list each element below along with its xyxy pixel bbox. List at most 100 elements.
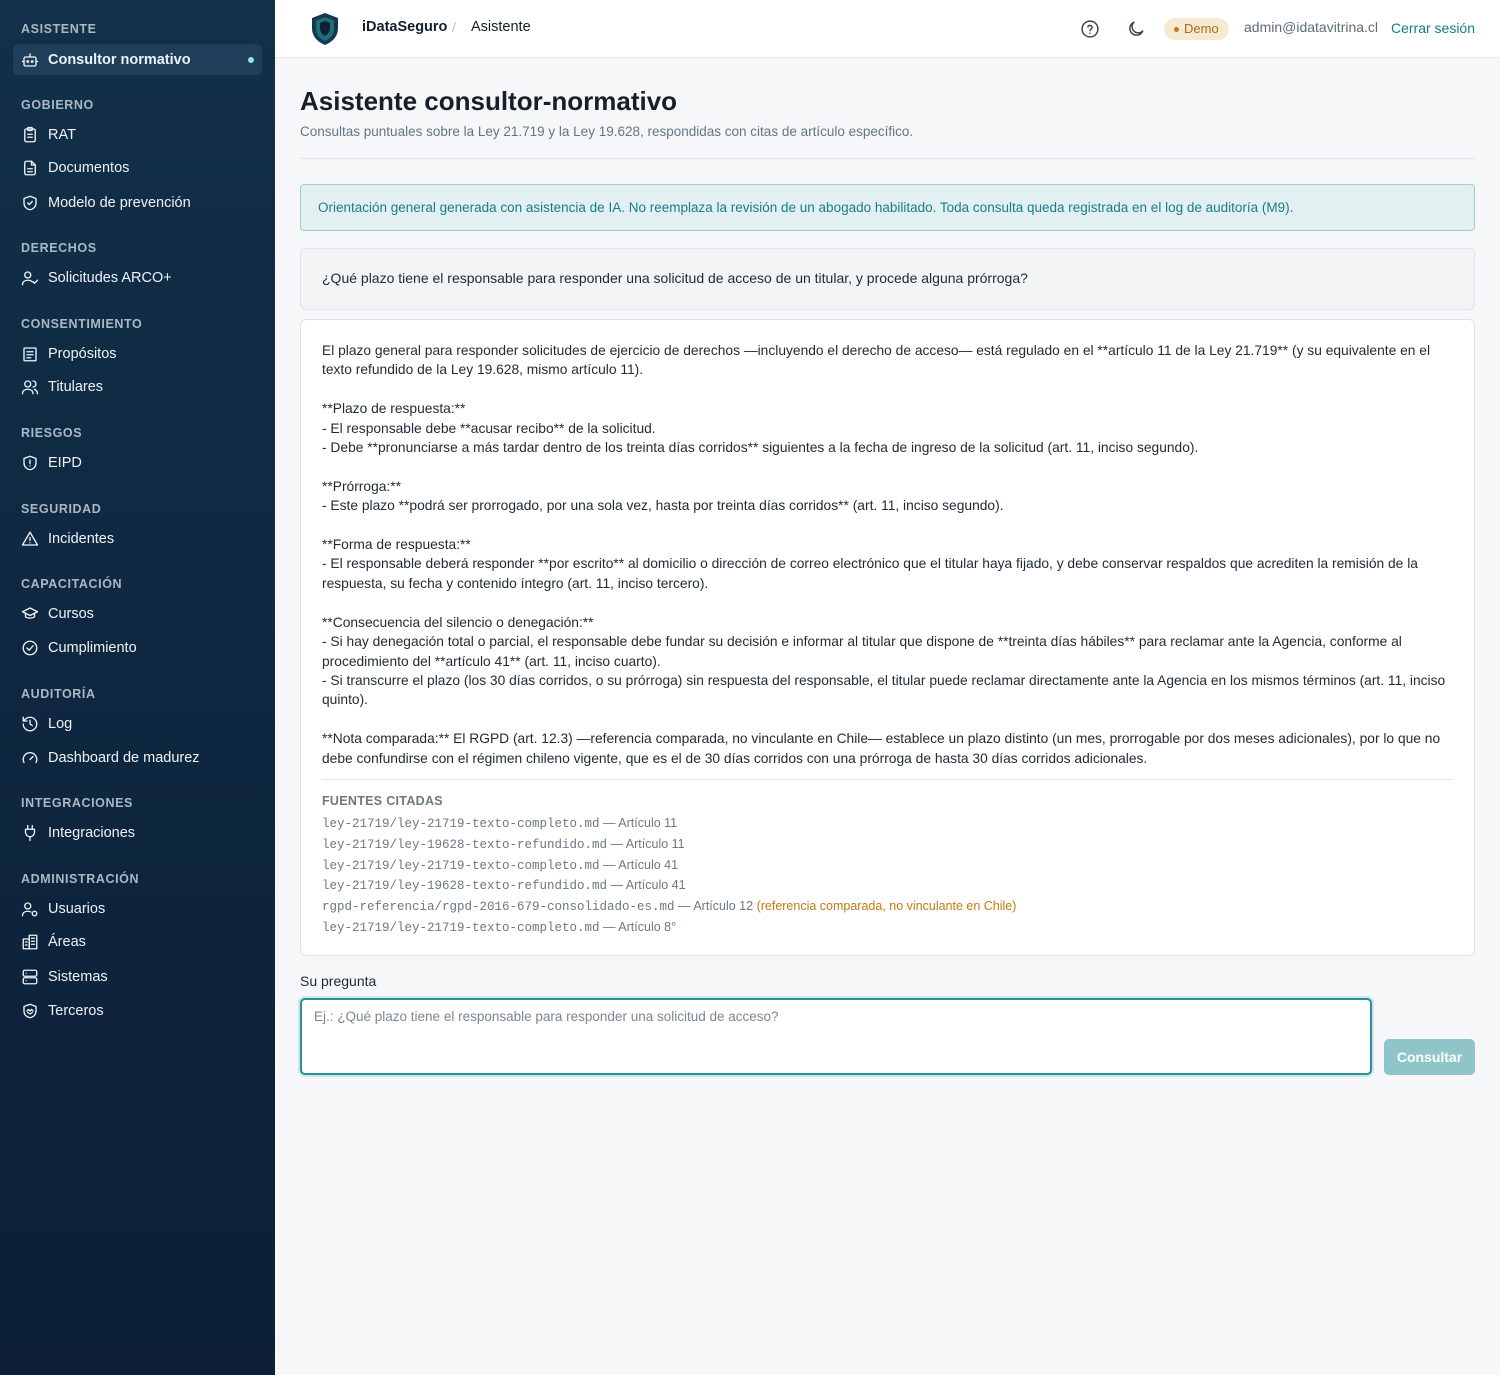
warning-icon (21, 531, 39, 546)
sidebar-item-label: Propósitos (48, 345, 117, 362)
sidebar-item-solicitudes-arco[interactable]: Solicitudes ARCO+ (13, 262, 262, 293)
sidebar-item-label: Documentos (48, 159, 130, 176)
section-title-seguridad: SEGURIDAD (21, 502, 102, 516)
sources-divider (322, 779, 1453, 780)
breadcrumb: Asistente (471, 19, 531, 35)
sidebar-item-terceros[interactable]: Terceros (13, 995, 262, 1026)
section-title-gobierno: GOBIERNO (21, 98, 94, 112)
section-title-integraciones: INTEGRACIONES (21, 796, 133, 810)
sidebar-item-usuarios[interactable]: Usuarios (13, 893, 262, 924)
source-file: ley-21719/ley-19628-texto-refundido.md (322, 879, 608, 894)
graduation-cap-icon (21, 606, 39, 619)
source-item: ley-21719/ley-21719-texto-completo.md — … (322, 917, 1016, 938)
check-circle-icon (22, 640, 38, 655)
brand-name[interactable]: iDataSeguro (362, 19, 447, 35)
source-item: ley-21719/ley-21719-texto-completo.md — … (322, 813, 1016, 834)
assistant-answer-card: El plazo general para responder solicitu… (300, 319, 1475, 956)
shield-alert-icon (23, 455, 37, 470)
handshake-icon (23, 1003, 37, 1018)
sidebar-item-incidentes[interactable]: Incidentes (13, 523, 262, 554)
user-gear-icon (21, 901, 38, 916)
consultar-button[interactable]: Consultar (1384, 1039, 1475, 1075)
source-file: rgpd-referencia/rgpd-2016-679-consolidad… (322, 900, 675, 915)
user-check-icon (21, 270, 39, 285)
section-title-administracion: ADMINISTRACIÓN (21, 872, 140, 886)
sidebar-item-integraciones[interactable]: Integraciones (13, 817, 262, 848)
sidebar-item-titulares[interactable]: Titulares (13, 371, 262, 402)
sidebar-item-label: Sistemas (48, 968, 108, 985)
sidebar-item-areas[interactable]: Áreas (13, 926, 262, 957)
source-file: ley-21719/ley-21719-texto-completo.md (322, 858, 600, 873)
server-icon (22, 969, 38, 984)
sidebar-item-cursos[interactable]: Cursos (13, 598, 262, 629)
plug-icon (24, 824, 36, 841)
building-icon (22, 934, 38, 949)
sidebar-item-label: Titulares (48, 378, 104, 395)
page-subtitle: Consultas puntuales sobre la Ley 21.719 … (300, 124, 914, 139)
list-icon (23, 346, 37, 361)
sidebar-item-rat[interactable]: RAT (13, 119, 262, 150)
sidebar-item-label: Áreas (48, 933, 86, 950)
source-file: ley-21719/ley-19628-texto-refundido.md (322, 837, 608, 852)
sidebar-item-dashboard-madurez[interactable]: Dashboard de madurez (13, 742, 262, 773)
source-article: — Artículo 41 (599, 857, 679, 872)
breadcrumb-separator: / (452, 19, 456, 35)
demo-badge: Demo (1164, 18, 1229, 40)
sidebar-item-label: Integraciones (48, 824, 136, 841)
source-item: ley-21719/ley-19628-texto-refundido.md —… (322, 834, 1016, 855)
sidebar-item-label: Terceros (48, 1002, 104, 1019)
sidebar-item-sistemas[interactable]: Sistemas (13, 961, 262, 992)
sidebar-item-log[interactable]: Log (13, 708, 262, 739)
gauge-icon (22, 751, 38, 763)
question-input-label: Su pregunta (300, 973, 377, 989)
sidebar-item-label: Cumplimiento (48, 639, 137, 656)
source-article: — Artículo 8° (599, 919, 677, 934)
sidebar: ASISTENTE Consultor normativo GOBIERNO R… (0, 0, 275, 1375)
sidebar-item-label: Modelo de prevención (48, 194, 191, 211)
section-title-capacitacion: CAPACITACIÓN (21, 577, 123, 591)
ai-disclaimer-notice: Orientación general generada con asisten… (300, 184, 1475, 231)
section-title-auditoria: AUDITORÍA (21, 687, 96, 701)
answer-text: El plazo general para responder solicitu… (322, 343, 1446, 766)
question-input[interactable] (300, 998, 1372, 1075)
sidebar-item-documentos[interactable]: Documentos (13, 152, 262, 183)
source-article: — Artículo 11 (599, 816, 678, 830)
shield-check-icon (23, 195, 37, 210)
source-article: — Artículo 41 (607, 878, 686, 893)
history-icon (22, 716, 38, 731)
sidebar-item-cumplimiento[interactable]: Cumplimiento (13, 632, 262, 663)
sidebar-item-consultor-normativo[interactable]: Consultor normativo (13, 44, 262, 75)
section-title-asistente: ASISTENTE (21, 22, 97, 36)
source-item: ley-21719/ley-19628-texto-refundido.md —… (322, 875, 1016, 896)
active-indicator-dot (248, 57, 254, 63)
source-article: — Artículo 11 (607, 836, 685, 851)
users-icon (21, 379, 39, 394)
sources-list: ley-21719/ley-21719-texto-completo.md — … (322, 813, 1016, 938)
sidebar-item-label: RAT (48, 126, 76, 143)
sidebar-item-label: Solicitudes ARCO+ (48, 269, 172, 286)
sidebar-item-label: Cursos (48, 605, 94, 622)
help-icon[interactable] (1080, 19, 1100, 39)
source-item: ley-21719/ley-21719-texto-completo.md — … (322, 855, 1016, 876)
sidebar-item-label: Usuarios (48, 900, 106, 917)
section-title-derechos: DERECHOS (21, 241, 97, 255)
sidebar-item-label: Log (48, 715, 73, 732)
source-article: — Artículo 12 (674, 899, 754, 914)
robot-icon (21, 52, 39, 67)
page-title: Asistente consultor-normativo (300, 86, 678, 116)
source-file: ley-21719/ley-21719-texto-completo.md (322, 920, 600, 935)
sidebar-item-label: EIPD (48, 454, 82, 471)
sidebar-item-propositos[interactable]: Propósitos (13, 338, 262, 369)
sidebar-item-label: Consultor normativo (48, 51, 191, 68)
source-file: ley-21719/ley-21719-texto-completo.md (322, 817, 600, 831)
sidebar-item-modelo-prevencion[interactable]: Modelo de prevención (13, 187, 262, 218)
source-item: rgpd-referencia/rgpd-2016-679-consolidad… (322, 896, 1016, 917)
logout-link[interactable]: Cerrar sesión (1391, 20, 1475, 36)
section-title-riesgos: RIESGOS (21, 426, 83, 440)
sidebar-item-label: Dashboard de madurez (48, 749, 200, 766)
moon-icon[interactable] (1126, 19, 1146, 39)
source-note: (referencia comparada, no vinculante en … (756, 899, 1017, 914)
shield-logo-icon[interactable] (310, 12, 340, 46)
sidebar-item-eipd[interactable]: EIPD (13, 447, 262, 478)
clipboard-icon (24, 126, 36, 142)
